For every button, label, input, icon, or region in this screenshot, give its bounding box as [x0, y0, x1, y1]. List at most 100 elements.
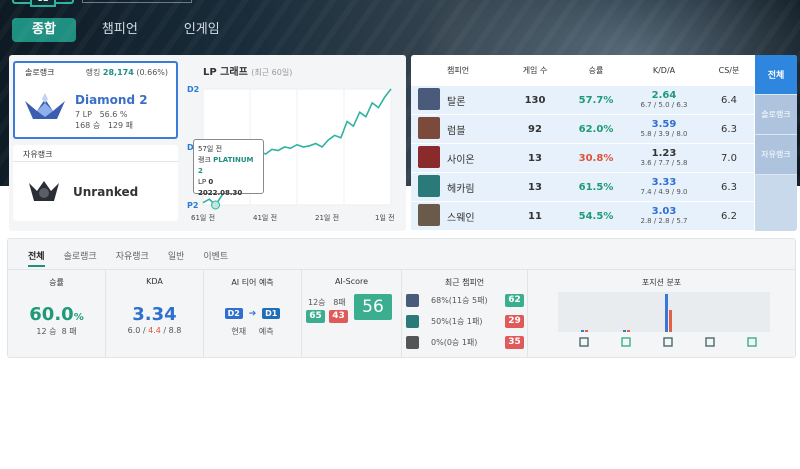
position-support-icon — [747, 337, 757, 347]
flex-tier-name: Unranked — [73, 185, 139, 199]
champion-icon-cell — [411, 174, 447, 200]
ai-tier-title: AI 티어 예측 — [231, 278, 274, 287]
winrate-stat: 승률 60.0% 12 승 8 패 — [8, 270, 106, 358]
champion-games: 130 — [524, 94, 546, 106]
table-row[interactable]: 럼블 92 62.0% 3.59 5.8 / 3.9 / 8.0 6.3 — [411, 114, 754, 143]
champion-kda: 3.33 7.4 / 4.9 / 9.0 — [640, 177, 688, 196]
champion-icon-cell — [411, 87, 447, 113]
ranking-info: 랭킹 28,174 (0.66%) — [86, 67, 168, 78]
ranking-pct: (0.66%) — [136, 68, 168, 77]
ai-score-stat: AI-Score 12승 8패 65 43 56 — [302, 270, 402, 358]
position-jungle-icon — [621, 337, 631, 347]
filter-tab-flex[interactable]: 자유랭크 — [755, 135, 797, 175]
ai-score-labels: 12승 8패 — [308, 298, 346, 307]
solo-lp: 7 LP — [75, 110, 92, 119]
solo-rank-card[interactable]: 솔로랭크 랭킹 28,174 (0.66%) Diamond 2 7 LP 56… — [13, 61, 178, 139]
champion-table: 챔피언 게임 수 승률 K/D/A CS/분 탈론 130 57.7% 2.64 6.7… — [411, 55, 754, 230]
ai-tier-stat: AI 티어 예측 D2 ➔ D1 현재 예측 — [204, 270, 302, 358]
stats-tab-normal[interactable]: 일반 — [168, 249, 185, 267]
header-cs: CS/분 — [718, 65, 740, 75]
solo-winrate: 56.6 % — [99, 110, 128, 119]
champion-name: 사이온 — [447, 154, 475, 166]
solo-tier-name: Diamond 2 — [75, 93, 148, 107]
kda-title: KDA — [146, 277, 163, 286]
ai-score-badges: 65 43 — [306, 310, 348, 323]
table-row[interactable]: 사이온 13 30.8% 1.23 3.6 / 7.7 / 5.8 7.0 — [411, 143, 754, 172]
x-tick-label: 41일 전 — [253, 214, 278, 222]
winrate-value: 60.0% — [29, 304, 84, 325]
header-winrate: 승률 — [588, 65, 604, 75]
table-header: 챔피언 게임 수 승률 K/D/A CS/분 — [411, 55, 754, 85]
solo-losses: 129 패 — [107, 121, 134, 130]
recent-champion-record: 68%(11승 5패) — [431, 295, 488, 305]
summoner-name-box — [82, 0, 192, 3]
win-score-badge: 65 — [306, 310, 325, 323]
unranked-emblem-icon — [29, 181, 59, 201]
champion-kda: 2.64 6.7 / 5.0 / 6.3 — [640, 90, 688, 109]
champion-cs: 6.2 — [721, 210, 737, 222]
loss-score-badge: 43 — [329, 310, 348, 323]
filter-tab-all[interactable]: 전체 — [755, 55, 797, 95]
recent-champions-title: 최근 챔피언 — [444, 278, 485, 287]
tab-ingame[interactable]: 인게임 — [164, 18, 240, 42]
champion-icon-cell — [411, 116, 447, 142]
hover-point[interactable] — [211, 200, 221, 210]
table-row[interactable]: 탈론 130 57.7% 2.64 6.7 / 5.0 / 6.3 6.4 — [411, 85, 754, 114]
recent-champion-row[interactable]: 0%(0승 1패) 35 — [406, 334, 524, 350]
tab-champions[interactable]: 챔피언 — [82, 18, 158, 42]
champion-winrate: 54.5% — [578, 210, 614, 222]
champion-cs: 7.0 — [721, 152, 737, 164]
stats-tab-solo[interactable]: 솔로랭크 — [64, 249, 97, 267]
stats-tab-all[interactable]: 전체 — [28, 249, 45, 267]
position-adc-icon — [705, 337, 715, 347]
champion-portrait-icon — [406, 293, 419, 307]
level-frame — [12, 0, 74, 4]
champion-portrait-icon — [418, 203, 440, 226]
champion-portrait-icon — [418, 116, 440, 139]
champion-portrait-icon — [406, 335, 419, 349]
champion-portrait-icon — [418, 87, 440, 110]
table-row[interactable]: 스웨인 11 54.5% 3.03 2.8 / 2.8 / 5.7 6.2 — [411, 201, 754, 230]
solo-wins: 168 승 — [75, 121, 101, 130]
filter-tab-solo[interactable]: 솔로랭크 — [755, 95, 797, 135]
tooltip-date: 57일 전 — [198, 145, 223, 153]
ai-score-title: AI-Score — [334, 277, 369, 286]
champion-name: 럼블 — [447, 125, 466, 137]
tab-overview[interactable]: 종합 — [12, 18, 76, 42]
champion-kda: 3.59 5.8 / 3.9 / 8.0 — [640, 119, 688, 138]
ai-tier-pills: D2 ➔ D1 — [204, 308, 301, 319]
recent-champion-score: 35 — [505, 335, 524, 349]
ranking-value: 28,174 — [102, 68, 134, 77]
position-bar-total — [665, 294, 668, 332]
position-top-icon — [579, 337, 589, 347]
position-bar-win — [585, 330, 588, 332]
champion-icon-cell — [411, 145, 447, 171]
champion-portrait-icon — [418, 145, 440, 168]
stats-tab-event[interactable]: 이벤트 — [203, 249, 228, 267]
champion-name: 헤카림 — [447, 183, 475, 195]
y-tick-label: D2 — [187, 85, 200, 94]
winrate-title: 승률 — [49, 278, 64, 287]
recent-champion-row[interactable]: 68%(11승 5패) 62 — [406, 292, 524, 308]
winrate-record: 12 승 8 패 — [36, 327, 77, 336]
header-champion: 챔피언 — [447, 65, 470, 75]
position-mid-icon — [663, 337, 673, 347]
header-games: 게임 수 — [522, 65, 548, 75]
stats-tab-flex[interactable]: 자유랭크 — [116, 249, 149, 267]
champion-games: 13 — [528, 181, 542, 193]
champion-winrate: 61.5% — [578, 181, 614, 193]
champion-kda: 3.03 2.8 / 2.8 / 5.7 — [640, 206, 688, 225]
tooltip-date-full: 2022.08.30 — [198, 189, 243, 197]
table-row[interactable]: 헤카림 13 61.5% 3.33 7.4 / 4.9 / 9.0 6.3 — [411, 172, 754, 201]
recent-champion-score: 62 — [505, 293, 524, 307]
ai-tier-labels: 현재 예측 — [231, 327, 274, 336]
position-bar-win — [627, 330, 630, 332]
x-tick-label: 21일 전 — [315, 214, 340, 222]
champion-cs: 6.3 — [721, 181, 737, 193]
kda-stat: KDA 3.34 6.0 / 4.4 / 8.8 — [106, 270, 204, 358]
flex-rank-card[interactable]: 자유랭크 Unranked — [13, 145, 178, 221]
champion-kda: 1.23 3.6 / 7.7 / 5.8 — [640, 148, 688, 167]
champion-games: 11 — [528, 210, 542, 222]
recent-champion-row[interactable]: 50%(1승 1패) 29 — [406, 313, 524, 329]
champion-games: 13 — [528, 152, 542, 164]
